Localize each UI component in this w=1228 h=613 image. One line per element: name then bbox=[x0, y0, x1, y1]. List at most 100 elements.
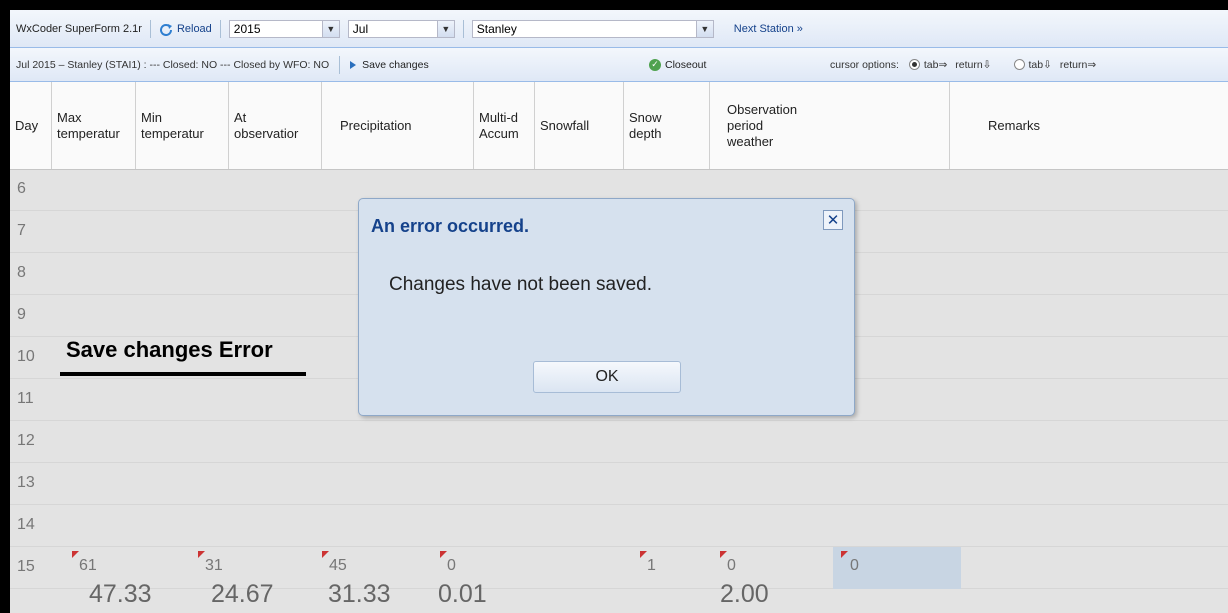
close-icon[interactable]: ✕ bbox=[823, 210, 843, 230]
cell-max-temp[interactable]: 61 bbox=[79, 557, 97, 575]
column-obs-label-3: weather bbox=[727, 133, 774, 149]
cursor-option-1-b: return⇩ bbox=[955, 58, 992, 71]
modified-flag-icon bbox=[720, 551, 727, 558]
check-circle-icon: ✓ bbox=[649, 58, 661, 71]
day-number: 7 bbox=[17, 222, 26, 239]
modified-flag-icon bbox=[440, 551, 447, 558]
status-toolbar: Jul 2015 – Stanley (STAI1) : --- Closed:… bbox=[10, 48, 1228, 82]
chevron-down-icon[interactable]: ▼ bbox=[695, 20, 713, 37]
column-snowfall[interactable]: Snowfall bbox=[535, 82, 624, 169]
error-dialog: An error occurred. ✕ Changes have not be… bbox=[358, 198, 855, 416]
column-snowfall-label: Snowfall bbox=[540, 117, 590, 133]
column-precipitation[interactable]: Precipitation bbox=[322, 82, 474, 169]
toolbar-separator bbox=[462, 19, 464, 38]
save-changes-label: Save changes bbox=[362, 58, 429, 71]
day-number: 8 bbox=[17, 264, 26, 281]
closeout-label: Closeout bbox=[665, 58, 707, 71]
day-number: 12 bbox=[17, 432, 35, 449]
cursor-option-2-b: return⇒ bbox=[1059, 58, 1097, 71]
column-day[interactable]: Day bbox=[10, 82, 52, 169]
column-precip-label: Precipitation bbox=[340, 117, 412, 133]
day-number: 14 bbox=[17, 516, 35, 533]
table-row[interactable]: 15 61 31 45 0 1 0 0 bbox=[10, 547, 1228, 589]
column-multi-label-2: Accum bbox=[479, 125, 519, 141]
total-precipitation: 0.01 bbox=[438, 580, 487, 608]
chevron-down-icon[interactable]: ▼ bbox=[436, 20, 454, 37]
column-max-temp[interactable]: Max temperatur bbox=[52, 82, 136, 169]
cell-min-temp[interactable]: 31 bbox=[205, 557, 223, 575]
app-title: WxCoder SuperForm 2.1r bbox=[16, 22, 142, 35]
cell-at-observation[interactable]: 45 bbox=[329, 557, 347, 575]
cell-observation-weather[interactable]: 0 bbox=[850, 557, 859, 575]
cursor-option-1-radio[interactable] bbox=[908, 59, 920, 70]
table-row[interactable]: 13 bbox=[10, 463, 1228, 505]
table-row[interactable]: 14 bbox=[10, 505, 1228, 547]
column-at-label-1: At bbox=[234, 109, 247, 125]
cell-snow-depth[interactable]: 0 bbox=[727, 557, 736, 575]
error-annotation: Save changes Error bbox=[66, 337, 273, 362]
app-window: WxCoder SuperForm 2.1r Reload 2015 ▼ Jul… bbox=[0, 0, 1228, 613]
cell-precipitation[interactable]: 0 bbox=[447, 557, 456, 575]
year-select[interactable]: 2015 ▼ bbox=[228, 19, 340, 38]
dialog-message: Changes have not been saved. bbox=[389, 274, 653, 295]
month-select[interactable]: Jul ▼ bbox=[347, 19, 455, 38]
column-observation-weather[interactable]: Observation period weather bbox=[710, 82, 950, 169]
annotation-underline bbox=[60, 372, 306, 376]
play-icon bbox=[350, 60, 357, 69]
total-snow-depth: 2.00 bbox=[720, 580, 769, 608]
toolbar-separator bbox=[219, 19, 221, 38]
modified-flag-icon bbox=[198, 551, 205, 558]
column-min-label-2: temperatur bbox=[141, 125, 204, 141]
reload-label: Reload bbox=[176, 22, 212, 35]
cell-snowfall[interactable]: 1 bbox=[647, 557, 656, 575]
modified-flag-icon bbox=[841, 551, 848, 558]
day-number: 15 bbox=[17, 558, 35, 575]
column-max-label-1: Max bbox=[57, 109, 82, 125]
column-min-temp[interactable]: Min temperatur bbox=[136, 82, 229, 169]
column-remarks[interactable]: Remarks bbox=[950, 82, 1228, 169]
refresh-icon bbox=[159, 23, 172, 36]
year-value: 2015 bbox=[233, 21, 261, 36]
cursor-option-1-a: tab⇒ bbox=[923, 58, 948, 71]
column-snow-depth[interactable]: Snow depth bbox=[624, 82, 710, 169]
table-row[interactable]: 12 bbox=[10, 421, 1228, 463]
day-number: 10 bbox=[17, 348, 35, 365]
station-select[interactable]: Stanley ▼ bbox=[471, 19, 714, 38]
cursor-option-2-radio[interactable] bbox=[1013, 59, 1025, 70]
day-number: 11 bbox=[17, 390, 34, 407]
column-multi-day-accum[interactable]: Multi-d Accum bbox=[474, 82, 535, 169]
main-toolbar: WxCoder SuperForm 2.1r Reload 2015 ▼ Jul… bbox=[10, 10, 1228, 48]
column-min-label-1: Min bbox=[141, 109, 162, 125]
column-multi-label-1: Multi-d bbox=[479, 109, 519, 125]
column-obs-label-2: period bbox=[727, 117, 764, 133]
day-number: 9 bbox=[17, 306, 26, 323]
dialog-title: An error occurred. bbox=[371, 216, 530, 236]
reload-button[interactable]: Reload bbox=[159, 22, 212, 36]
day-number: 13 bbox=[17, 474, 35, 491]
modified-flag-icon bbox=[640, 551, 647, 558]
cursor-options-label: cursor options: bbox=[830, 58, 899, 71]
column-at-observation[interactable]: At observatior bbox=[229, 82, 322, 169]
column-max-label-2: temperatur bbox=[57, 125, 120, 141]
column-depth-label-1: Snow bbox=[629, 109, 662, 125]
day-number: 6 bbox=[17, 180, 26, 197]
save-changes-button[interactable]: Save changes bbox=[350, 59, 429, 71]
toolbar-separator bbox=[339, 55, 341, 74]
total-max-temp: 47.33 bbox=[89, 580, 152, 608]
cursor-option-2-a: tab⇩ bbox=[1028, 58, 1052, 71]
station-value: Stanley bbox=[476, 21, 517, 36]
chevron-down-icon[interactable]: ▼ bbox=[321, 20, 339, 37]
ok-button[interactable]: OK bbox=[533, 361, 681, 393]
closeout-button[interactable]: ✓ Closeout bbox=[649, 58, 707, 71]
total-min-temp: 24.67 bbox=[211, 580, 274, 608]
modified-flag-icon bbox=[72, 551, 79, 558]
station-status-text: Jul 2015 – Stanley (STAI1) : --- Closed:… bbox=[16, 58, 330, 71]
cursor-options: cursor options: tab⇒ return⇩ tab⇩ return… bbox=[830, 59, 1096, 71]
column-at-label-2: observatior bbox=[234, 125, 299, 141]
column-remarks-label: Remarks bbox=[988, 117, 1041, 133]
column-depth-label-2: depth bbox=[629, 125, 662, 141]
total-at-observation: 31.33 bbox=[328, 580, 391, 608]
column-day-label: Day bbox=[15, 117, 39, 133]
next-station-button[interactable]: Next Station » bbox=[734, 23, 803, 35]
modified-flag-icon bbox=[322, 551, 329, 558]
